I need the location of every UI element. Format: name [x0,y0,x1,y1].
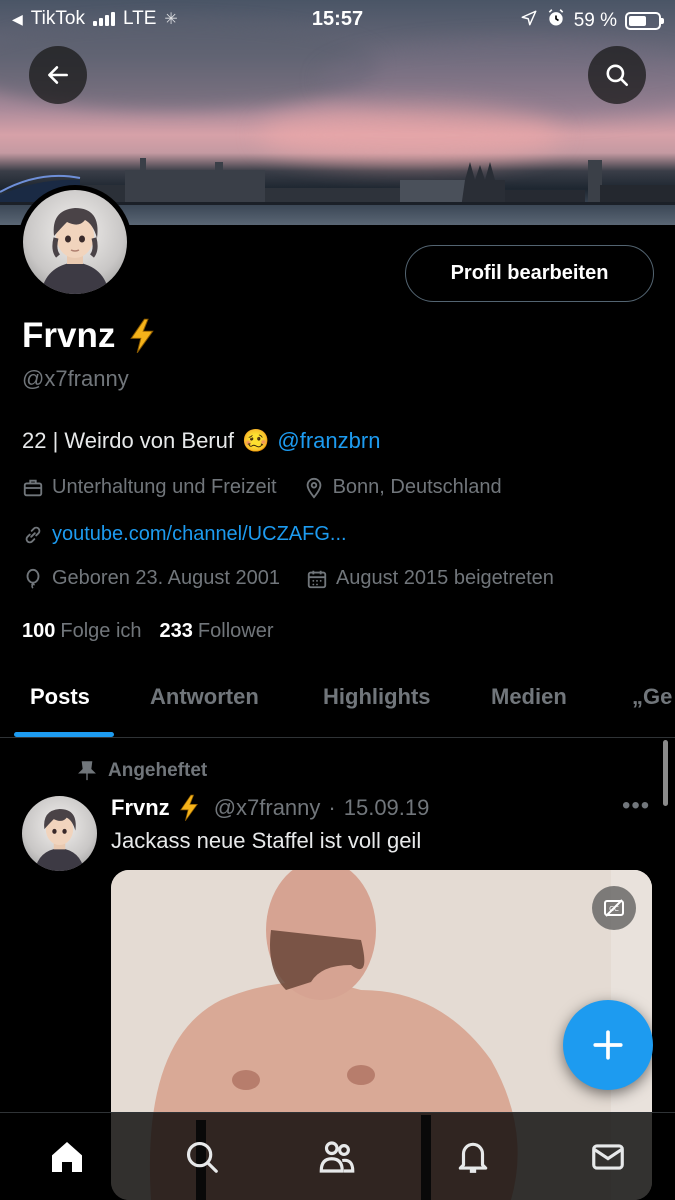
communities-icon [319,1141,355,1173]
post-text: Jackass neue Staffel ist voll geil [111,828,422,853]
followers-count: 233 [159,620,193,642]
followers-label: Follower [197,620,274,642]
location-label: Bonn, Deutschland [332,476,502,498]
profile-avatar[interactable] [18,185,132,299]
captions-button[interactable]: CC [592,886,636,930]
profile-meta-row: Unterhaltung und Freizeit Bonn, Deutschl… [22,476,528,499]
status-bar: ◀ TikTok LTE ✳ 15:57 59 % [0,0,675,38]
profile-website-row: youtube.com/channel/UCZAFG... [22,523,373,546]
active-tab-indicator [14,732,114,737]
search-icon [606,64,629,87]
nav-home[interactable] [45,1135,89,1179]
search-icon [186,1141,218,1173]
post-date[interactable]: 15.09.19 [344,795,430,821]
search-button[interactable] [588,46,646,104]
link-icon [25,526,41,543]
tab-media[interactable]: Medien [491,684,567,710]
birthday-item: Geboren 23. August 2001 [22,567,280,590]
birthday-label: Geboren 23. August 2001 [52,567,280,589]
pin-icon [78,761,96,781]
bio-text: 22 | Weirdo von Beruf [22,428,234,453]
profile-name-row: Frvnz [22,316,157,356]
avatar-illustration [34,808,85,871]
following-count: 100 [22,620,56,642]
website-item[interactable]: youtube.com/channel/UCZAFG... [22,523,347,546]
compose-button[interactable] [563,1000,653,1090]
profile-name: Frvnz [22,316,116,355]
mail-icon [592,1144,624,1170]
profile-handle: @x7franny [22,366,129,391]
briefcase-icon [23,479,43,496]
lightning-bolt-icon [179,794,198,822]
nav-notifications[interactable] [451,1135,495,1179]
post-handle[interactable]: @x7franny [214,795,321,821]
followers-link[interactable]: 233 Follower [160,620,274,643]
category-item: Unterhaltung und Freizeit [22,476,277,499]
post-header: Frvnz @x7franny · 15.09.19 [111,794,429,822]
battery-percent: 59 % [573,10,617,31]
alarm-icon [546,8,566,34]
pinned-label-row: Angeheftet [78,760,207,782]
location-arrow-icon [520,9,538,33]
following-label: Folge ich [60,620,142,642]
joined-item: August 2015 beigetreten [306,567,554,590]
location-item: Bonn, Deutschland [303,476,502,499]
calendar-icon [307,570,327,588]
nav-messages[interactable] [586,1135,630,1179]
bio-emoji: 🥴 [241,428,270,454]
website-link[interactable]: youtube.com/channel/UCZAFG... [52,523,347,546]
post-author[interactable]: Frvnz [111,795,170,821]
back-button[interactable] [29,46,87,104]
category-label: Unterhaltung und Freizeit [52,476,277,498]
following-link[interactable]: 100 Folge ich [22,620,142,643]
nav-search[interactable] [180,1135,224,1179]
post-avatar[interactable] [22,796,97,871]
tab-overflow[interactable]: „Ge [632,684,672,710]
tab-replies[interactable]: Antworten [150,684,259,710]
home-icon [52,1142,82,1172]
follow-stats: 100 Folge ich 233 Follower [22,620,273,643]
scrollbar[interactable] [663,740,668,806]
tab-posts[interactable]: Posts [30,684,90,710]
battery-icon [625,12,664,30]
post-separator: · [328,795,336,820]
profile-tabs: Posts Antworten Highlights Medien „Ge [0,660,675,738]
profile-bio: 22 | Weirdo von Beruf 🥴 @franzbrn [22,428,380,454]
post-more-icon[interactable]: ••• [622,792,650,820]
joined-label: August 2015 beigetreten [335,567,554,589]
bottom-navigation [0,1112,675,1200]
bell-icon [458,1142,488,1173]
arrow-left-icon [48,66,68,84]
avatar-illustration [41,208,109,294]
balloon-icon [26,568,40,589]
lightning-bolt-icon [130,318,155,354]
captions-off-icon: CC [604,899,624,917]
bio-mention-link[interactable]: @franzbrn [277,428,380,454]
profile-dates-row: Geboren 23. August 2001 August 2015 beig… [22,567,580,590]
location-pin-icon [306,477,321,499]
tab-highlights[interactable]: Highlights [323,684,431,710]
nav-communities[interactable] [315,1135,359,1179]
pinned-label: Angeheftet [108,760,208,781]
edit-profile-button[interactable]: Profil bearbeiten [405,245,654,302]
plus-icon [593,1030,623,1060]
